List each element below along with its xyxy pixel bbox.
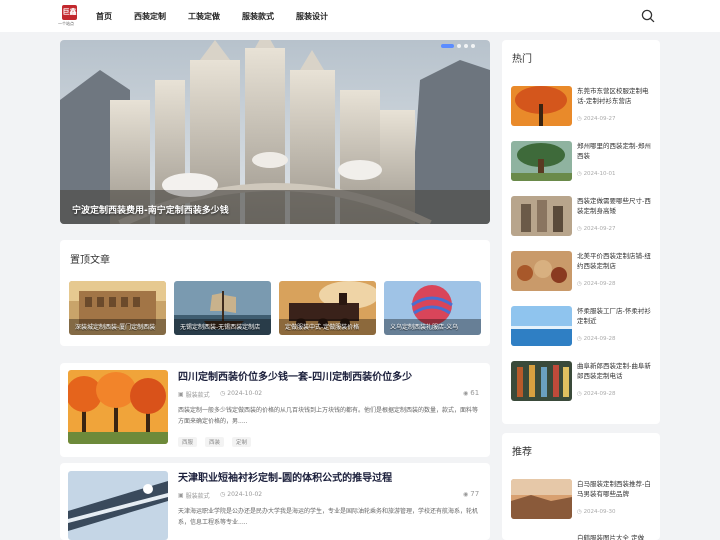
eye-icon: ◉ — [463, 389, 469, 397]
article-tag[interactable]: 西服 — [178, 437, 198, 447]
hot-item-image — [511, 306, 572, 346]
eye-icon: ◉ — [463, 490, 469, 498]
hot-item-image — [511, 86, 572, 126]
hero-slide[interactable]: 宁波定制西装费用-南宁定制西装多少钱 — [60, 40, 490, 224]
recommend-item-title[interactable]: 白马服装定制西装推荐-白马男装有哪些品牌 — [577, 479, 653, 499]
hot-item-image — [511, 141, 572, 181]
hot-item-date: ◷ 2024-10-01 — [577, 171, 616, 177]
hot-item-title[interactable]: 郑州哪里的西装定制-郑州 西装 — [577, 141, 653, 161]
carousel-dot[interactable] — [471, 44, 475, 48]
pinned-item[interactable]: 定做服装中式-定做服装价格 — [279, 281, 376, 335]
carousel-dot-active[interactable] — [441, 44, 454, 48]
hot-item-title[interactable]: 西装定做需要哪些尺寸-西装定制身高矮 — [577, 196, 653, 216]
nav-suit-custom[interactable]: 西装定制 — [134, 11, 166, 22]
article-image — [68, 370, 168, 444]
hot-item-thumb[interactable] — [511, 196, 572, 236]
recommend-item-date: ◷ 2024-09-30 — [577, 509, 616, 515]
article-image — [68, 471, 168, 540]
carousel-dots — [441, 44, 475, 48]
article-tag[interactable]: 西装 — [205, 437, 225, 447]
hot-item-date-label: 2024-09-27 — [583, 226, 616, 232]
hero-title[interactable]: 宁波定制西装费用-南宁定制西装多少钱 — [72, 203, 229, 216]
hot-item-date: ◷ 2024-09-28 — [577, 391, 616, 397]
hot-item-thumb[interactable] — [511, 306, 572, 346]
article-views-label: 77 — [470, 490, 480, 498]
article-views: ◉ 77 — [463, 490, 479, 498]
recommend-item-thumb[interactable] — [511, 479, 572, 519]
pinned-item-label: 义乌定制西装礼服店-义乌 — [390, 324, 459, 331]
pinned-title: 置顶文章 — [70, 255, 110, 266]
folder-icon: ▣ — [178, 391, 184, 398]
site-logo[interactable]: 巨鑫 — [62, 5, 77, 20]
article-thumb[interactable] — [68, 370, 168, 444]
hot-item-title[interactable]: 曲阜新郎西装定制-曲阜新郎西装定制电话 — [577, 361, 653, 381]
folder-icon: ▣ — [178, 492, 184, 499]
recommend-item-image — [511, 479, 572, 519]
site-header: 巨鑫 一个站点 首页 西装定制 工装定做 服装款式 服装设计 — [0, 0, 720, 32]
article-date-label: 2024-10-02 — [227, 491, 263, 498]
hot-item-date-label: 2024-09-28 — [583, 336, 616, 342]
article-category[interactable]: ▣ 服装款式 — [178, 491, 210, 500]
clock-icon: ◷ — [220, 390, 226, 397]
clock-icon: ◷ — [220, 491, 226, 498]
hot-item-date: ◷ 2024-09-27 — [577, 116, 616, 122]
hot-item-date-label: 2024-09-28 — [583, 281, 616, 287]
logo-text: 巨鑫 — [62, 8, 77, 16]
article-category-label: 服装款式 — [185, 392, 210, 399]
article-thumb[interactable] — [68, 471, 168, 540]
hero-image — [60, 40, 490, 224]
logo-subtitle: 一个站点 — [58, 21, 74, 26]
hot-item-image — [511, 251, 572, 291]
article-views: ◉ 61 — [463, 389, 479, 397]
search-icon[interactable] — [641, 9, 655, 23]
pinned-item-label: 无锡定制西装-无锡西装定制店 — [180, 324, 261, 331]
main-nav: 首页 西装定制 工装定做 服装款式 服装设计 — [96, 11, 350, 22]
hot-item-title[interactable]: 东莞市东营区校服定制电话-定制衬衫东营店 — [577, 86, 653, 106]
hot-item-date: ◷ 2024-09-28 — [577, 281, 616, 287]
hot-item-date: ◷ 2024-09-28 — [577, 336, 616, 342]
hot-item-thumb[interactable] — [511, 86, 572, 126]
nav-design[interactable]: 服装设计 — [296, 11, 328, 22]
article-category[interactable]: ▣ 服装款式 — [178, 390, 210, 399]
recommend-item-thumb[interactable] — [511, 533, 572, 540]
article-views-label: 61 — [470, 389, 480, 397]
hot-item-thumb[interactable] — [511, 141, 572, 181]
hot-item-thumb[interactable] — [511, 361, 572, 401]
hot-item-title[interactable]: 怀柔服装工厂店-怀柔衬衫定制近 — [577, 306, 653, 326]
article-date: ◷ 2024-10-02 — [220, 390, 262, 397]
article-tag[interactable]: 定制 — [232, 437, 252, 447]
recommend-item-title[interactable]: 白鹤服装图片大全 定做 — [577, 533, 653, 540]
article-title[interactable]: 四川定制西装价位多少钱一套-四川定制西装价位多少 — [178, 368, 412, 383]
pinned-item[interactable]: 义乌定制西装礼服店-义乌 — [384, 281, 481, 335]
nav-home[interactable]: 首页 — [96, 11, 112, 22]
hot-item-date-label: 2024-09-27 — [583, 116, 616, 122]
recommend-item-date-label: 2024-09-30 — [583, 509, 616, 515]
pinned-item[interactable]: 无锡定制西装-无锡西装定制店 — [174, 281, 271, 335]
article-title[interactable]: 天津职业短袖衬衫定制-圆的体积公式的推导过程 — [178, 469, 392, 484]
carousel-dot[interactable] — [457, 44, 461, 48]
recommend-title: 推荐 — [512, 447, 532, 458]
article-date: ◷ 2024-10-02 — [220, 491, 262, 498]
pinned-item-label: 深装城定制西装-厦门定制西装 — [75, 324, 156, 331]
pinned-item[interactable]: 深装城定制西装-厦门定制西装 — [69, 281, 166, 335]
nav-styles[interactable]: 服装款式 — [242, 11, 274, 22]
hot-item-image — [511, 361, 572, 401]
article-category-label: 服装款式 — [185, 493, 210, 500]
hot-title: 热门 — [512, 54, 532, 65]
article-excerpt: 西装定制一般多少钱定做西装的价格的从几百块钱到上万块钱的都有。他们是根据定制西装… — [178, 407, 479, 425]
article-date-label: 2024-10-02 — [227, 390, 263, 397]
hot-item-date: ◷ 2024-09-27 — [577, 226, 616, 232]
hot-item-date-label: 2024-09-28 — [583, 391, 616, 397]
hot-item-date-label: 2024-10-01 — [583, 171, 616, 177]
nav-workwear[interactable]: 工装定做 — [188, 11, 220, 22]
hot-item-thumb[interactable] — [511, 251, 572, 291]
hot-item-title[interactable]: 北美平价西装定制店铺-纽约西装定制店 — [577, 251, 653, 271]
pinned-item-label: 定做服装中式-定做服装价格 — [285, 324, 360, 331]
carousel-dot[interactable] — [464, 44, 468, 48]
hot-item-image — [511, 196, 572, 236]
article-excerpt: 天津海运职业学院是公办还是民办大学我是海运的学生，专业是国际油轮乘务和旅游管理，… — [178, 508, 479, 526]
